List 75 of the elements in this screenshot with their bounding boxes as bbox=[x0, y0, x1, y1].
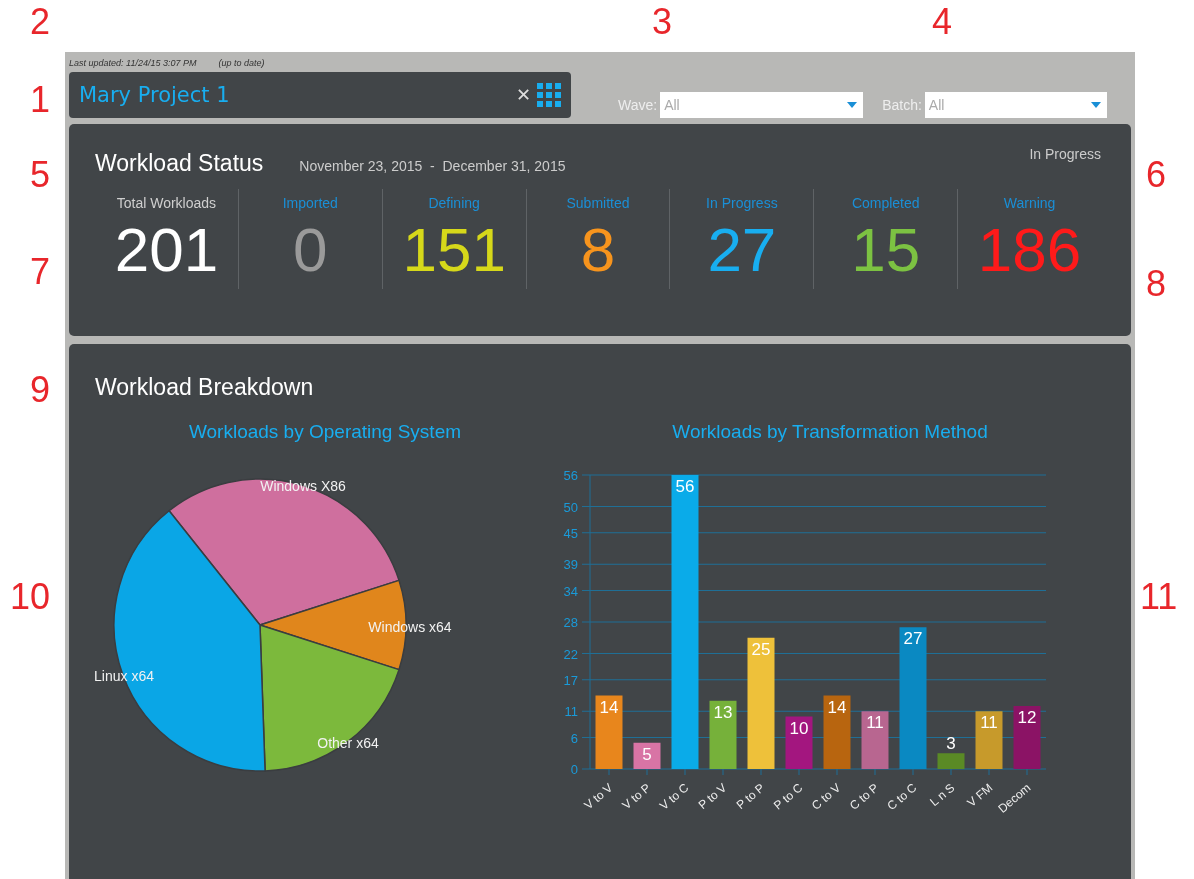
date-range: November 23, 2015 - December 31, 2015 bbox=[299, 158, 566, 174]
panel-title: Workload Breakdown bbox=[95, 374, 315, 401]
project-title: Mary Project 1 bbox=[79, 83, 231, 107]
stat-label: In Progress bbox=[706, 195, 778, 211]
category-label: V to C bbox=[656, 780, 692, 813]
category-label: P to V bbox=[695, 780, 730, 813]
callout-number: 8 bbox=[1146, 262, 1167, 306]
stat-label: Defining bbox=[428, 195, 480, 211]
bar-value-label: 11 bbox=[980, 713, 998, 733]
category-label: C to P bbox=[846, 780, 882, 813]
bar-value-label: 11 bbox=[866, 713, 884, 733]
bar-value-label: 14 bbox=[827, 697, 847, 717]
bar-value-label: 13 bbox=[713, 702, 733, 722]
dropdown-caret-icon bbox=[1090, 102, 1101, 108]
chart-title: Workloads by Transformation Method bbox=[672, 421, 988, 443]
chart-title: Workloads by Operating System bbox=[188, 421, 462, 443]
dropdown-caret-icon bbox=[847, 102, 858, 108]
bar-value-label: 56 bbox=[675, 477, 695, 496]
bar-value-label: 5 bbox=[642, 744, 652, 764]
stat-label: Total Workloads bbox=[116, 195, 217, 211]
filter-label: Batch: bbox=[882, 97, 922, 113]
axis-tick-label: 34 bbox=[563, 583, 578, 599]
status-text: In Progress bbox=[1029, 146, 1101, 162]
axis-tick-label: 0 bbox=[570, 762, 578, 777]
close-button[interactable]: ✕ bbox=[516, 84, 531, 106]
callout-number: 4 bbox=[932, 0, 953, 44]
bar-value-label: 25 bbox=[751, 639, 771, 659]
axis-tick-label: 45 bbox=[563, 525, 578, 541]
bar-value-label: 27 bbox=[903, 629, 923, 649]
grid-menu-icon[interactable] bbox=[537, 83, 561, 107]
axis-tick-label: 6 bbox=[570, 730, 578, 746]
filter-label: Wave: bbox=[618, 97, 658, 113]
stat-value: 186 bbox=[977, 215, 1082, 285]
panel-title: Workload Status bbox=[95, 150, 264, 177]
category-label: V to V bbox=[581, 780, 616, 813]
callout-number: 11 bbox=[1140, 575, 1178, 619]
axis-tick-label: 39 bbox=[563, 557, 578, 573]
category-label: C to C bbox=[884, 780, 920, 814]
callout-number: 7 bbox=[30, 250, 51, 294]
callout-number: 6 bbox=[1146, 153, 1167, 197]
stat-value: 0 bbox=[293, 215, 328, 285]
bar-value-label: 14 bbox=[599, 697, 619, 717]
stat-value: 8 bbox=[580, 215, 616, 285]
callout-number: 1 bbox=[30, 78, 51, 122]
axis-tick-label: 50 bbox=[563, 499, 578, 515]
last-updated-text: Last updated: 11/24/15 3:07 PM bbox=[69, 58, 197, 68]
category-label: V to P bbox=[619, 780, 654, 813]
stat-label: Warning bbox=[1003, 195, 1056, 211]
callout-number: 2 bbox=[30, 0, 51, 44]
stat-value: 151 bbox=[402, 215, 506, 285]
stat-label: Submitted bbox=[566, 195, 630, 211]
stat-label: Imported bbox=[282, 195, 338, 211]
axis-tick-label: 56 bbox=[563, 468, 578, 483]
stat-value: 15 bbox=[851, 215, 921, 285]
callout-number: 10 bbox=[10, 575, 51, 619]
callout-number: 5 bbox=[30, 153, 51, 197]
callout-number: 9 bbox=[30, 368, 51, 412]
axis-tick-label: 17 bbox=[563, 672, 578, 688]
bar-value-label: 10 bbox=[789, 718, 809, 738]
category-label: V FM bbox=[964, 780, 996, 810]
sync-status-text: (up to date) bbox=[218, 58, 265, 68]
category-label: P to P bbox=[733, 780, 768, 813]
bar-value-label: 3 bbox=[946, 734, 956, 754]
callout-number: 3 bbox=[652, 0, 673, 44]
axis-tick-label: 11 bbox=[564, 704, 578, 720]
stat-value: 201 bbox=[114, 215, 219, 285]
bar-value-label: 12 bbox=[1017, 708, 1037, 727]
axis-tick-label: 28 bbox=[563, 615, 578, 630]
category-label: C to V bbox=[808, 780, 844, 813]
category-label: P to C bbox=[771, 780, 806, 813]
category-label: L n S bbox=[927, 780, 958, 810]
axis-tick-label: 22 bbox=[563, 646, 578, 662]
stat-value: 27 bbox=[707, 215, 777, 285]
project-selector[interactable]: Mary Project 1 ✕ bbox=[69, 72, 571, 118]
stat-label: Completed bbox=[851, 195, 920, 211]
